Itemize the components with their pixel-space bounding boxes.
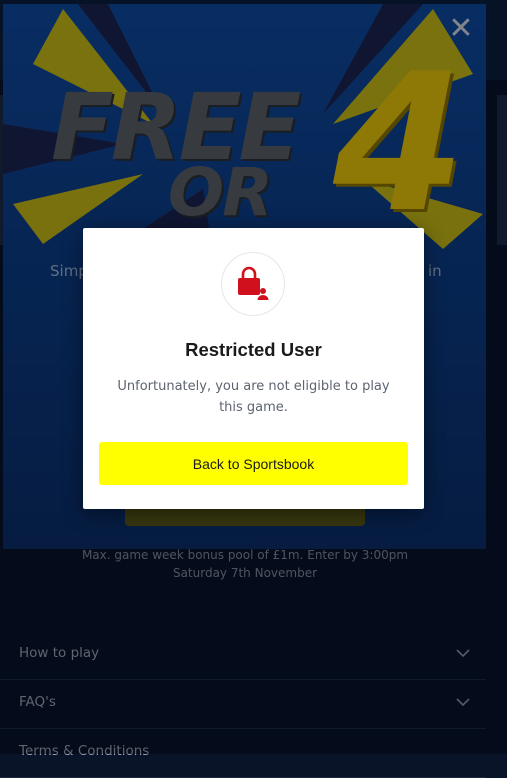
lock-icon bbox=[238, 266, 269, 300]
restricted-user-dialog: Restricted User Unfortunately, you are n… bbox=[83, 228, 424, 509]
back-to-sportsbook-button[interactable]: Back to Sportsbook bbox=[99, 442, 408, 485]
dialog-title: Restricted User bbox=[185, 339, 322, 360]
lock-user-icon bbox=[221, 252, 285, 316]
dialog-message: Unfortunately, you are not eligible to p… bbox=[117, 379, 390, 415]
